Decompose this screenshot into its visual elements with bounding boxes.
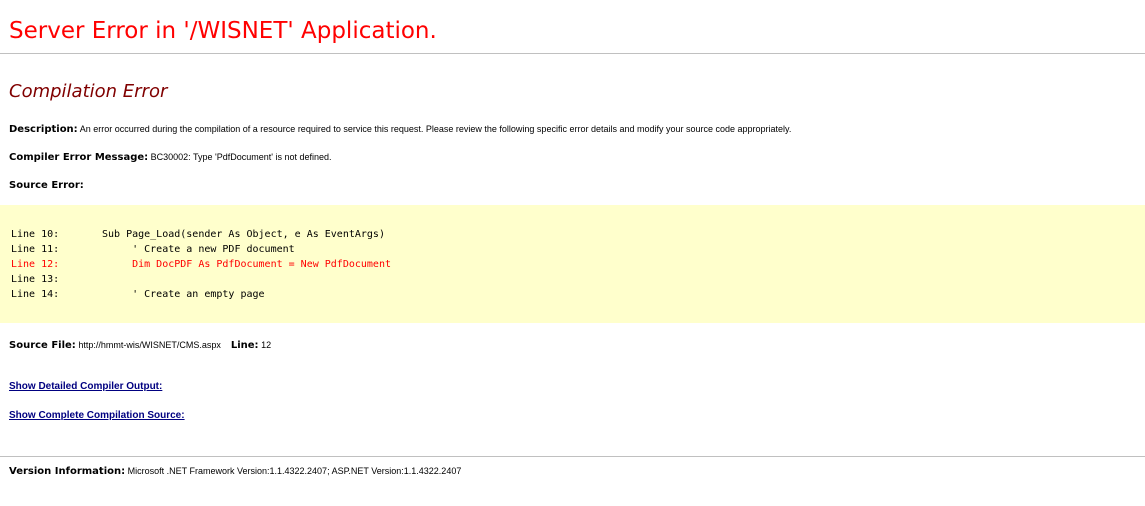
code-line: Line 10: Sub Page_Load(sender As Object, … [11,227,391,242]
source-code-box: Line 10: Sub Page_Load(sender As Object, … [0,205,1145,323]
compiler-error-row: Compiler Error Message: BC30002: Type 'P… [9,151,332,164]
source-file-row: Source File: http://hmmt-wis/WISNET/CMS.… [9,339,271,352]
code-line-number: Line 14: [11,289,60,300]
compiler-error-label: Compiler Error Message: [9,152,149,163]
show-detailed-compiler-output-link[interactable]: Show Detailed Compiler Output: [9,380,162,393]
code-line-error: Line 12: Dim DocPDF As PdfDocument = New… [11,257,391,272]
code-line: Line 14: ' Create an empty page [11,287,391,302]
code-line: Line 13: [11,272,391,287]
source-line-value: 12 [261,340,272,350]
code-line: Line 11: ' Create a new PDF document [11,242,391,257]
show-complete-compilation-source-link[interactable]: Show Complete Compilation Source: [9,409,185,422]
compiler-error-text: BC30002: Type 'PdfDocument' is not defin… [150,152,332,162]
footer-divider [0,456,1145,457]
version-info-row: Version Information: Microsoft .NET Fram… [9,465,461,478]
code-line-text: ' Create an empty page [102,289,265,300]
source-file-label: Source File: [9,340,76,351]
source-error-label: Source Error: [9,180,84,191]
code-line-text: ' Create a new PDF document [102,244,295,255]
description-row: Description: An error occurred during th… [9,123,791,136]
error-type-heading: Compilation Error [9,81,168,102]
page-title: Server Error in '/WISNET' Application. [9,18,437,44]
code-line-number: Line 10: [11,229,60,240]
error-page: Server Error in '/WISNET' Application. C… [0,0,1145,506]
code-line-number: Line 12: [11,259,60,270]
title-divider [0,53,1145,54]
code-line-text: Sub Page_Load(sender As Object, e As Eve… [102,229,385,240]
description-text: An error occurred during the compilation… [79,124,792,134]
source-line-label: Line: [230,340,259,351]
description-label: Description: [9,124,78,135]
code-line-number: Line 11: [11,244,60,255]
source-file-path: http://hmmt-wis/WISNET/CMS.aspx [78,340,221,350]
version-info-text: Microsoft .NET Framework Version:1.1.432… [127,466,462,476]
code-line-text: Dim DocPDF As PdfDocument = New PdfDocum… [102,259,391,270]
version-info-label: Version Information: [9,466,126,477]
source-code: Line 10: Sub Page_Load(sender As Object, … [11,227,391,302]
source-error-row: Source Error: [9,179,84,192]
code-line-number: Line 13: [11,274,60,285]
